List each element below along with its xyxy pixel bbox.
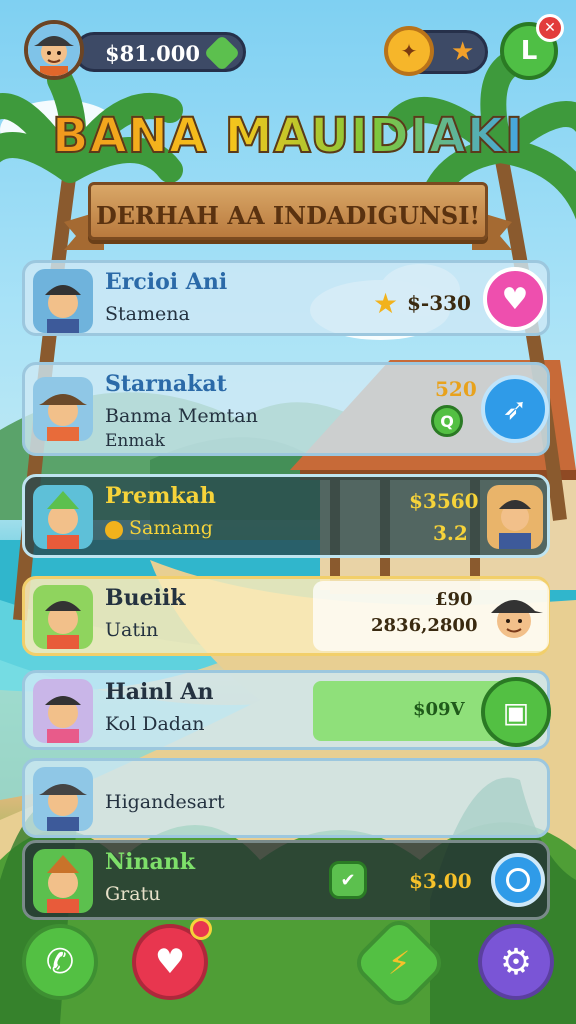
coin-balance-value: $81.000 [105,41,200,66]
gear-icon: ⚙ [499,941,533,983]
price-value: $09V [413,699,465,720]
player-detail: Stamena [105,303,190,325]
list-item[interactable]: Ninank Gratu ✔ $3.00 [22,840,550,920]
player-detail: Banma Memtan [105,405,258,427]
phone-icon: ✆ [45,942,75,982]
globe-icon [506,868,530,892]
map-icon: ▣ [502,695,530,729]
character-face-icon [39,394,87,441]
price-value: $3.00 [409,869,472,893]
character-face-icon [45,601,81,649]
character-face-icon [45,285,81,333]
price-value: $-330 [407,291,471,315]
coin-button[interactable]: ✦ [384,26,434,76]
player-name: Starnakat [105,371,227,397]
star-icon: ★ [451,37,475,67]
avatar [33,585,93,649]
player-name: Bueiik [105,585,186,611]
coin-icon [105,521,123,539]
price-value: 520 [435,377,477,401]
character-face-icon [491,600,543,638]
character-face-icon [499,500,531,549]
avatar [33,485,93,549]
price-value: £90 [435,589,473,610]
helper-avatar [481,583,547,653]
player-name: Ninank [105,849,195,875]
notification-dot [190,918,212,940]
player-detail-2: Enmak [105,431,165,451]
gem-badge: ✔ [329,861,367,899]
character-face-icon [39,784,87,831]
avatar [33,849,93,913]
price-value: $3560 [409,489,479,513]
list-item[interactable]: Hainl An Kol Dadan $09V ▣ [22,670,551,750]
boost-button[interactable]: ➶ [481,375,549,443]
price-value-2: 3.2 [433,521,468,545]
avatar [33,269,93,333]
q-badge: Q [431,405,463,437]
game-title: BANA MAUIDIAKI [0,107,576,165]
heart-icon: ♥ [501,281,529,317]
player-detail: Kol Dadan [105,713,205,735]
settings-button[interactable]: ⚙ [478,924,554,1000]
check-icon: ✔ [340,869,356,891]
list-item[interactable]: Premkah Samamg $3560 3.2 [22,474,550,558]
character-face-icon [47,855,79,913]
character-face-icon [45,696,81,743]
gem-icon [203,34,241,72]
map-button[interactable]: ▣ [481,677,551,747]
price-value-2: 2836,2800 [371,615,478,636]
player-name: Ercioi Ani [105,269,228,295]
avatar [33,679,93,743]
phone-button[interactable]: ✆ [22,924,98,1000]
helper-avatar [487,485,543,549]
player-detail: Higandesart [105,791,225,813]
avatar[interactable] [24,20,84,80]
list-item[interactable]: Bueiik Uatin £90 2836,2800 [22,576,550,656]
player-name: Hainl An [105,679,214,705]
coin-balance[interactable]: $81.000 [74,32,246,72]
list-item[interactable]: Starnakat Banma Memtan Enmak 520 Q ➶ [22,362,550,456]
globe-button[interactable] [491,853,545,907]
star-icon: ★ [373,287,399,320]
player-face-icon [28,24,80,76]
subtitle-text: DERHAH AA INDADIGUNSI! [95,201,481,230]
list-item[interactable]: Higandesart [22,758,550,838]
rocket-icon: ➶ [502,391,528,427]
avatar [33,377,93,441]
heart-icon: ♥ [154,942,186,982]
subtitle-banner: DERHAH AA INDADIGUNSI! [88,182,488,240]
close-icon[interactable]: ✕ [536,14,564,42]
top-bar: $81.000 ★ ✦ L ✕ [0,0,576,100]
player-detail: Uatin [105,619,159,641]
coin-icon: ✦ [400,39,418,63]
player-name: Premkah [105,483,216,509]
player-detail: Samamg [129,517,213,539]
level-icon: L [520,36,538,66]
lightning-icon: ⚡ [387,944,411,982]
player-detail: Gratu [105,883,161,905]
character-face-icon [47,491,79,549]
list-item[interactable]: Ercioi Ani Stamena ★ $-330 ♥ [22,260,550,336]
heart-button[interactable]: ♥ [483,267,547,331]
avatar [33,767,93,831]
